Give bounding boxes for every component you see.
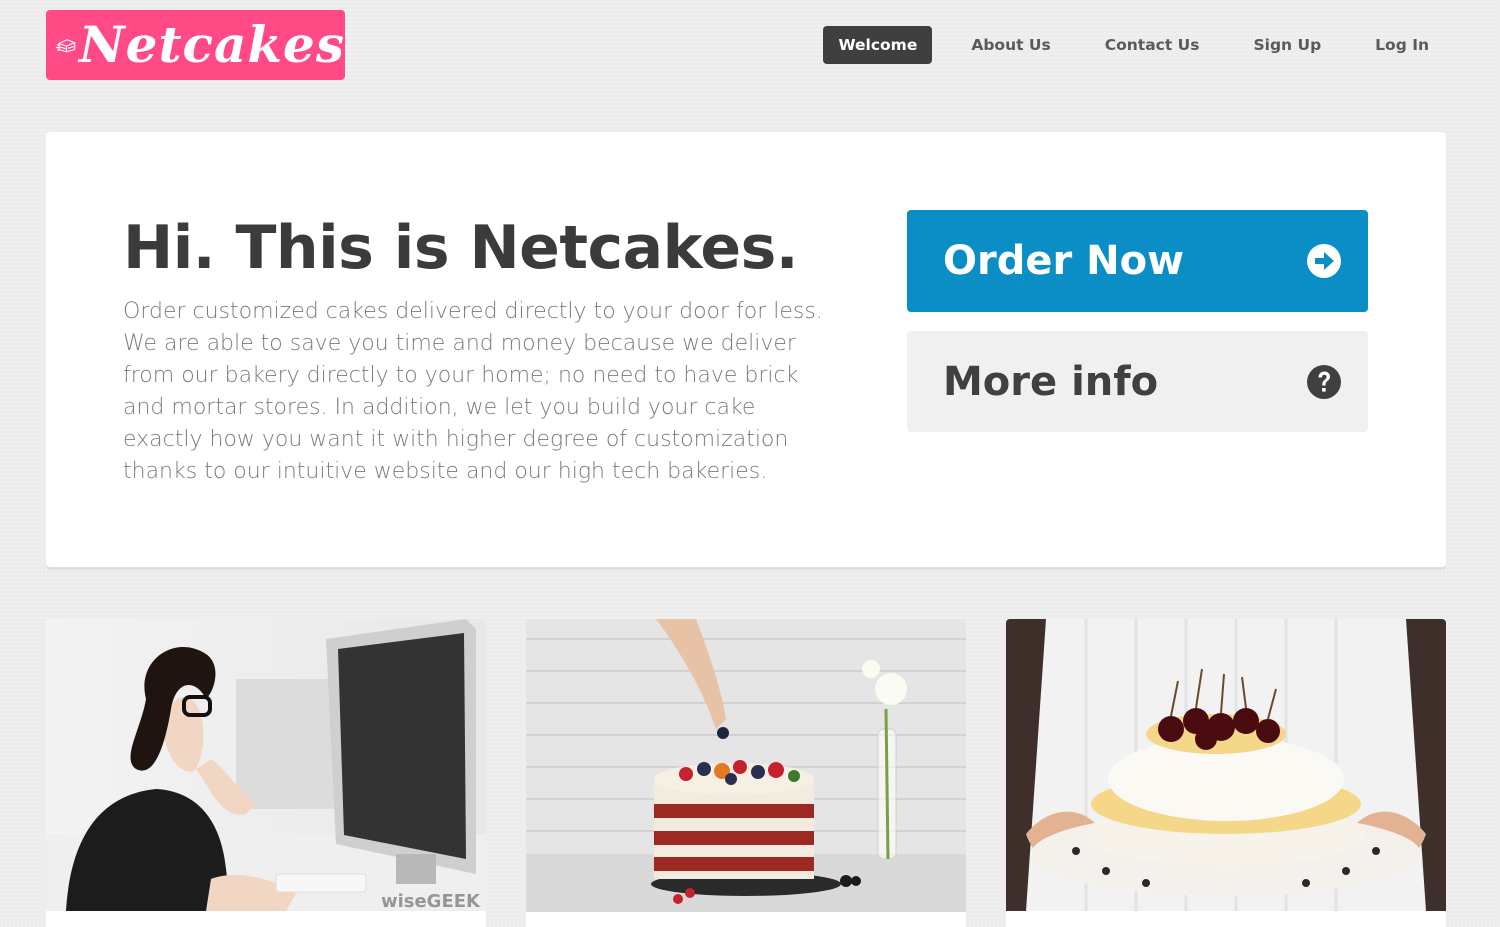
order-now-button[interactable]: Order Now [907, 210, 1368, 312]
cherry-pavlova-photo [1006, 619, 1446, 911]
nav-sign-up[interactable]: Sign Up [1238, 26, 1336, 64]
main-nav: Welcome About Us Contact Us Sign Up Log … [823, 26, 1444, 64]
card-berry-cake[interactable] [526, 619, 966, 927]
nav-contact-us[interactable]: Contact Us [1090, 26, 1215, 64]
more-info-button[interactable]: More info [907, 331, 1368, 432]
hero-description: Order customized cakes delivered directl… [123, 299, 823, 484]
hero-panel: Hi. This is Netcakes. Order customized c… [46, 132, 1446, 567]
arrow-circle-right-icon [1307, 244, 1341, 278]
hero-title: Hi. This is Netcakes. [123, 213, 799, 283]
brand-logo[interactable]: Netcakes [46, 10, 345, 80]
image-watermark: wiseGEEK [380, 891, 480, 912]
card-cherry-pavlova[interactable] [1006, 619, 1446, 927]
berry-cake-photo [526, 619, 966, 912]
order-now-label: Order Now [943, 238, 1185, 284]
card-woman-computer[interactable]: wiseGEEK [46, 619, 486, 927]
nav-log-in[interactable]: Log In [1360, 26, 1444, 64]
nav-about-us[interactable]: About Us [956, 26, 1065, 64]
nav-welcome[interactable]: Welcome [823, 26, 933, 64]
cake-icon [56, 39, 76, 53]
brand-name: Netcakes [78, 15, 345, 74]
woman-at-computer-photo [46, 619, 486, 911]
more-info-label: More info [943, 358, 1159, 405]
question-circle-icon [1307, 364, 1341, 399]
